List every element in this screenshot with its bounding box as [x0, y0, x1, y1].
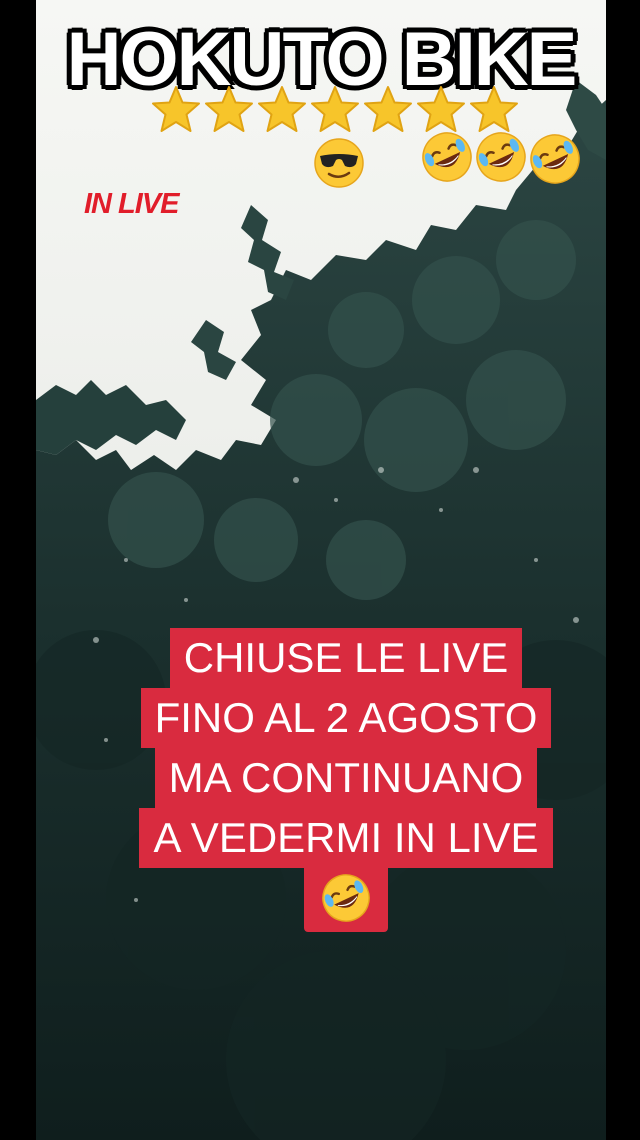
- in-live-tag: IN LIVE: [84, 188, 180, 220]
- star-icon: [256, 84, 308, 136]
- caption-emoji: [304, 868, 388, 932]
- rolling-laughing-emoji-icon: [322, 874, 370, 922]
- rolling-laughing-emoji-icon: [528, 132, 582, 186]
- star-icon: [150, 84, 202, 136]
- caption-box: CHIUSE LE LIVE FINO AL 2 AGOSTO MA CONTI…: [120, 628, 572, 936]
- rolling-laughing-emoji-icon: [420, 130, 474, 184]
- star-icon: [203, 84, 255, 136]
- rolling-laughing-emoji-icon: [474, 130, 528, 184]
- caption-line: MA CONTINUANO: [154, 748, 538, 808]
- rating-stars: [150, 84, 540, 136]
- caption-line: CHIUSE LE LIVE: [169, 628, 523, 688]
- star-icon: [415, 84, 467, 136]
- sunglasses-emoji-icon: [312, 136, 366, 190]
- star-icon: [362, 84, 414, 136]
- star-icon: [468, 84, 520, 136]
- star-icon: [309, 84, 361, 136]
- caption-line: A VEDERMI IN LIVE: [139, 808, 553, 868]
- caption-line: FINO AL 2 AGOSTO: [140, 688, 552, 748]
